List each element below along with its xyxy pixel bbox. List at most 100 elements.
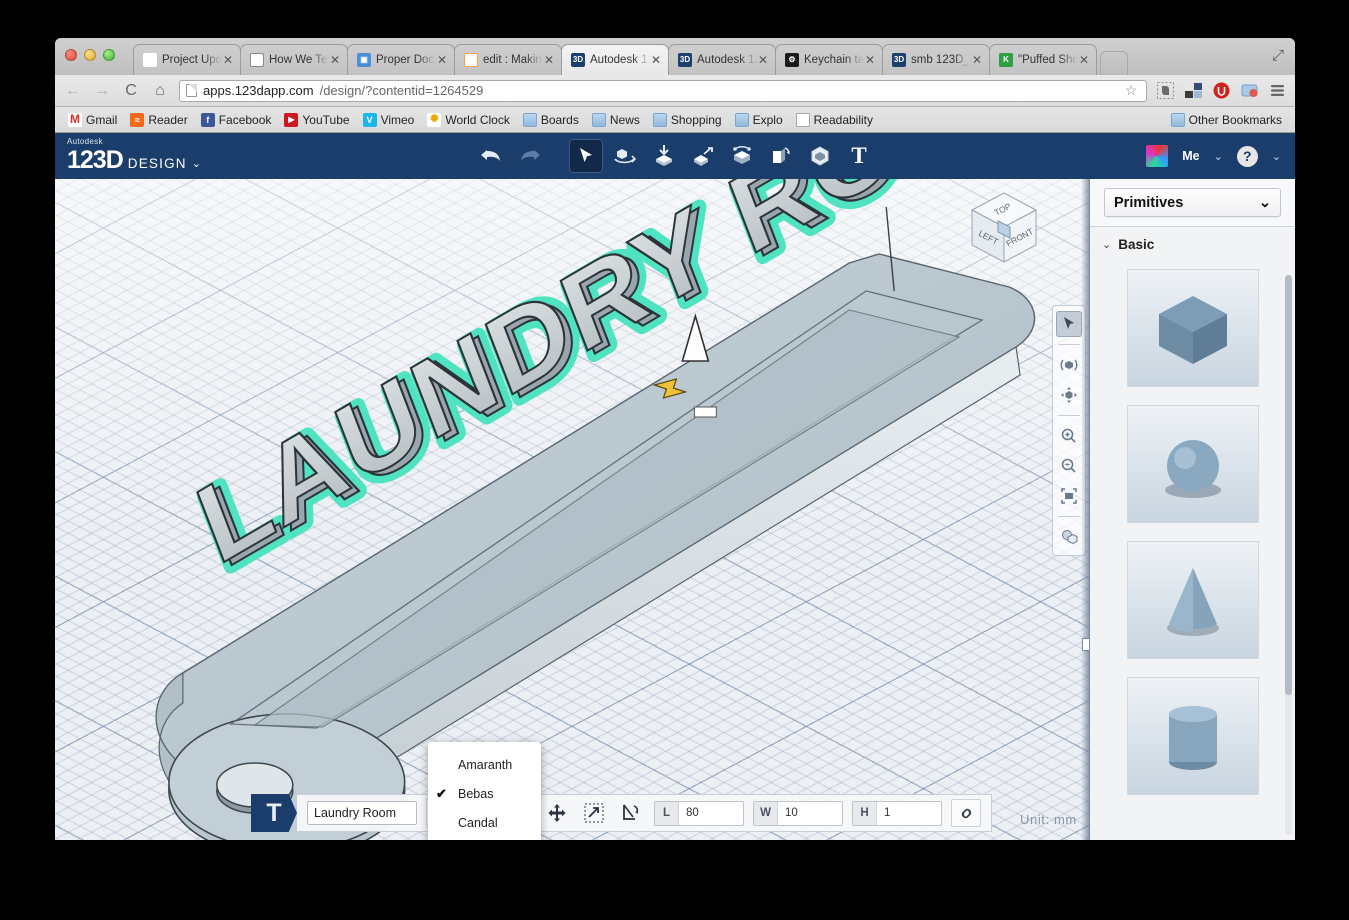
- text-input[interactable]: Laundry Room: [307, 801, 417, 825]
- dimension-value[interactable]: 10: [778, 807, 842, 819]
- back-button[interactable]: ←: [63, 81, 83, 101]
- close-tab-icon[interactable]: ✕: [650, 54, 662, 66]
- select-tool[interactable]: [569, 139, 603, 173]
- view-cube[interactable]: TOP LEFT FRONT: [965, 188, 1043, 274]
- font-menu-item[interactable]: ✔ Bebas: [428, 779, 541, 808]
- home-button[interactable]: ⌂: [150, 81, 170, 101]
- evernote-icon[interactable]: [1156, 81, 1175, 100]
- cylinder-primitive[interactable]: [1126, 677, 1259, 795]
- close-tab-icon[interactable]: ✕: [543, 54, 555, 66]
- close-window-button[interactable]: [65, 49, 77, 61]
- avatar[interactable]: [1146, 145, 1169, 167]
- browser-tab[interactable]: 3D smb 123D_D✕: [882, 44, 990, 75]
- reload-button[interactable]: C: [121, 81, 141, 101]
- dimension-value[interactable]: 1: [877, 807, 941, 819]
- browser-menu-icon[interactable]: [1268, 81, 1287, 100]
- redo-button[interactable]: [513, 139, 547, 173]
- bookmark-item[interactable]: ▶ YouTube: [279, 111, 354, 129]
- close-tab-icon[interactable]: ✕: [757, 54, 769, 66]
- category-selector[interactable]: Primitives ⌄: [1104, 188, 1281, 217]
- dimension-field[interactable]: W 10: [753, 800, 843, 826]
- scale-button[interactable]: [580, 799, 608, 827]
- bookmark-item[interactable]: V Vimeo: [358, 111, 420, 129]
- fit-view-icon[interactable]: [1056, 483, 1082, 509]
- 3d-canvas[interactable]: LAUNDRY ROOM LAUNDRY ROOM LAUNDRY ROOM T…: [55, 179, 1089, 840]
- font-menu-item[interactable]: Candal: [428, 808, 541, 837]
- keychain-model[interactable]: LAUNDRY ROOM LAUNDRY ROOM LAUNDRY ROOM: [55, 179, 1089, 840]
- help-icon[interactable]: ?: [1236, 145, 1258, 167]
- panel-collapse-handle[interactable]: [1082, 638, 1090, 651]
- browser-tab[interactable]: M Project Upda ✕: [133, 44, 241, 75]
- bookmark-item[interactable]: Readability: [791, 111, 878, 129]
- pocket-icon[interactable]: [1240, 81, 1259, 100]
- bookmark-item[interactable]: Shopping: [648, 111, 727, 129]
- window-controls[interactable]: [65, 49, 115, 61]
- brand-logo[interactable]: Autodesk 123D DESIGN ⌄: [67, 137, 201, 173]
- minimize-window-button[interactable]: [84, 49, 96, 61]
- zoom-in-icon[interactable]: [1056, 423, 1082, 449]
- modify-tool[interactable]: [725, 139, 759, 173]
- panel-scrollbar-thumb[interactable]: [1285, 275, 1292, 695]
- dimension-value[interactable]: 80: [679, 807, 743, 819]
- undo-button[interactable]: [474, 139, 508, 173]
- browser-tab[interactable]: K "Puffed Shog✕: [989, 44, 1097, 75]
- new-tab-button[interactable]: [1100, 51, 1128, 75]
- other-bookmarks[interactable]: Other Bookmarks: [1166, 111, 1287, 129]
- browser-tab[interactable]: ▣ Proper Docu ✕: [347, 44, 455, 75]
- browser-tab[interactable]: 3D Autodesk 12 ✕: [561, 44, 669, 75]
- font-menu-item[interactable]: Coda: [428, 837, 541, 840]
- dimension-field[interactable]: L 80: [654, 800, 744, 826]
- transform-tool[interactable]: [608, 139, 642, 173]
- pan-view-icon[interactable]: [1056, 382, 1082, 408]
- close-tab-icon[interactable]: ✕: [864, 54, 876, 66]
- construct-tool[interactable]: [686, 139, 720, 173]
- pattern-tool[interactable]: [764, 139, 798, 173]
- bookmark-item[interactable]: ✹ World Clock: [422, 111, 514, 129]
- browser-tab[interactable]: ⚙ Keychain tag ✕: [775, 44, 883, 75]
- close-tab-icon[interactable]: ✕: [329, 54, 341, 66]
- grouping-tool[interactable]: [803, 139, 837, 173]
- windows-icon[interactable]: [1184, 81, 1203, 100]
- bookmark-item[interactable]: Explo: [730, 111, 788, 129]
- view-style-icon[interactable]: [1056, 524, 1082, 550]
- rotate-button[interactable]: [617, 799, 645, 827]
- chevron-down-icon[interactable]: ⌄: [1214, 150, 1223, 163]
- bookmark-item[interactable]: Boards: [518, 111, 584, 129]
- close-tab-icon[interactable]: ✕: [971, 54, 983, 66]
- link-dimensions-button[interactable]: [951, 799, 981, 827]
- close-tab-icon[interactable]: ✕: [436, 54, 448, 66]
- section-basic[interactable]: ⌄ Basic: [1090, 227, 1295, 256]
- chevron-down-icon[interactable]: ⌄: [1272, 150, 1281, 163]
- address-bar[interactable]: apps.123dapp.com/design/?contentid=12645…: [179, 79, 1147, 102]
- cone-primitive[interactable]: [1126, 541, 1259, 659]
- text-tool[interactable]: T: [842, 139, 876, 173]
- font-menu-item[interactable]: Amaranth: [428, 750, 541, 779]
- account-name[interactable]: Me: [1182, 149, 1199, 163]
- bookmark-item[interactable]: ≈ Reader: [125, 111, 192, 129]
- browser-tab[interactable]: ◎ edit : Making ✕: [454, 44, 562, 75]
- chevron-down-icon[interactable]: ⌄: [192, 157, 201, 173]
- move-button[interactable]: [543, 799, 571, 827]
- forward-button[interactable]: →: [92, 81, 112, 101]
- browser-tab[interactable]: ◍ How We Test✕: [240, 44, 348, 75]
- font-dropdown-menu[interactable]: Amaranth✔BebasCandalCodaMajorSnafuTechni…: [428, 742, 541, 840]
- orbit-view-icon[interactable]: [1056, 352, 1082, 378]
- fullscreen-icon[interactable]: ⤢: [1269, 47, 1287, 65]
- maximize-window-button[interactable]: [103, 49, 115, 61]
- bookmark-item[interactable]: M Gmail: [63, 111, 122, 129]
- close-tab-icon[interactable]: ✕: [222, 54, 234, 66]
- bookmark-item[interactable]: f Facebook: [196, 111, 277, 129]
- bookmark-item[interactable]: News: [587, 111, 645, 129]
- panel-scrollbar-track[interactable]: [1285, 275, 1292, 835]
- sphere-primitive[interactable]: [1126, 405, 1259, 523]
- primitives-tool[interactable]: [647, 139, 681, 173]
- view-select-icon[interactable]: [1056, 311, 1082, 337]
- dimension-field[interactable]: H1: [852, 800, 942, 826]
- zoom-out-icon[interactable]: [1056, 453, 1082, 479]
- box-primitive[interactable]: [1126, 269, 1259, 387]
- adblock-icon[interactable]: [1212, 81, 1231, 100]
- close-tab-icon[interactable]: ✕: [1078, 54, 1090, 66]
- bookmark-star-icon[interactable]: ☆: [1122, 82, 1140, 99]
- panel-divider[interactable]: [1081, 179, 1090, 840]
- browser-tab[interactable]: 3D Autodesk 12 ✕: [668, 44, 776, 75]
